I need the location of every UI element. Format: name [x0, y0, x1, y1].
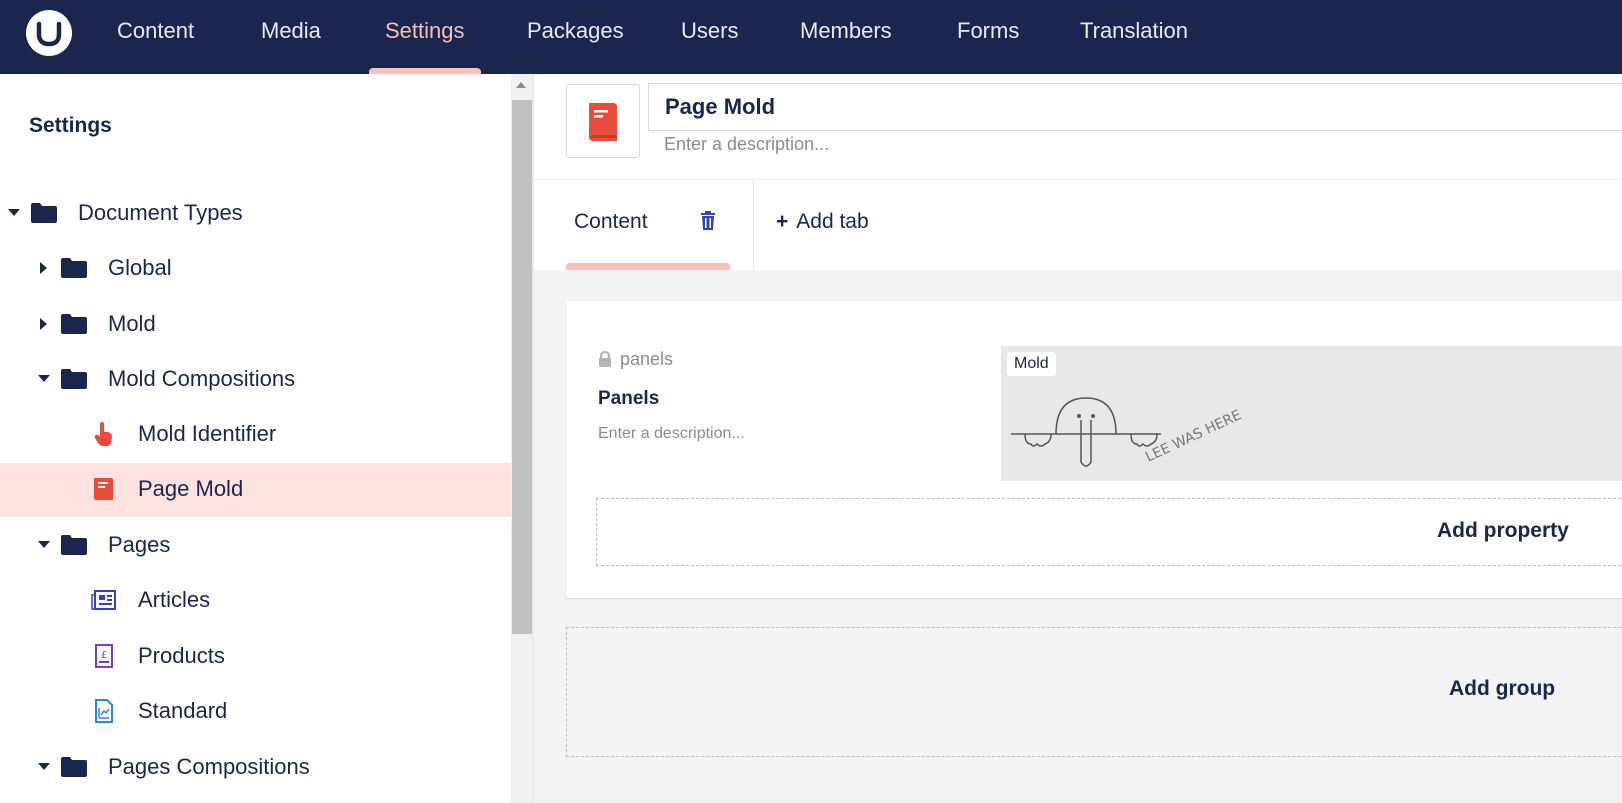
- doodle-text: LEE WAS HERE: [1143, 407, 1244, 465]
- property-group-card: panels Panels Enter a description... Mol…: [566, 301, 1622, 598]
- folder-icon: [61, 258, 87, 278]
- add-tab-label: Add tab: [796, 210, 869, 233]
- caret-down-icon[interactable]: [38, 541, 50, 548]
- sidebar-tree: Settings Document Types Global Mold Mold…: [0, 74, 511, 803]
- property-editor-preview[interactable]: Mold LEE WAS HERE: [1001, 346, 1622, 481]
- tree-item-label: Mold Compositions: [108, 366, 296, 391]
- add-property-label: Add property: [1437, 519, 1569, 542]
- kilroy-doodle-illustration: LEE WAS HERE: [1011, 397, 1244, 467]
- sidebar-scrollbar[interactable]: [511, 74, 532, 803]
- document-type-icon-picker[interactable]: [566, 84, 640, 158]
- tree-item-products[interactable]: £ Products: [0, 630, 511, 684]
- caret-down-icon[interactable]: [8, 209, 20, 216]
- add-property-button[interactable]: Add property: [596, 498, 1622, 566]
- pound-receipt-icon: £: [95, 644, 113, 668]
- caret-right-icon[interactable]: [40, 262, 47, 274]
- folder-icon: [61, 535, 87, 555]
- umbraco-logo-icon[interactable]: [26, 10, 72, 56]
- tree-item-label: Pages Compositions: [108, 754, 310, 779]
- folder-icon: [61, 369, 87, 389]
- scroll-up-arrow-icon[interactable]: [516, 82, 526, 88]
- tree-item-label: Document Types: [78, 200, 243, 225]
- property-description-input[interactable]: Enter a description...: [598, 425, 745, 443]
- tree-item-label: Standard: [138, 698, 228, 723]
- folder-icon: [31, 203, 57, 223]
- tree-item-standard[interactable]: Standard: [0, 685, 511, 739]
- add-tab-button[interactable]: + Add tab: [776, 210, 869, 234]
- property-name[interactable]: Panels: [598, 388, 659, 410]
- document-type-editor: Page Mold Enter a description... Content…: [534, 74, 1622, 803]
- nav-item-packages[interactable]: Packages: [527, 16, 624, 46]
- svg-text:£: £: [101, 650, 107, 661]
- nav-item-translation[interactable]: Translation: [1080, 16, 1188, 46]
- tree-item-page-mold[interactable]: Page Mold: [0, 463, 511, 517]
- newspaper-icon: [91, 590, 116, 610]
- tree-item-label: Pages: [108, 532, 171, 557]
- book-icon: [589, 103, 617, 141]
- folder-icon: [61, 757, 87, 777]
- nav-item-content[interactable]: Content: [117, 16, 194, 46]
- document-type-description-input[interactable]: Enter a description...: [664, 134, 829, 155]
- caret-down-icon[interactable]: [38, 375, 50, 382]
- sidebar-title: Settings: [29, 114, 112, 137]
- tree-item-pages-compositions[interactable]: Pages Compositions: [0, 741, 511, 795]
- tree-item-label: Global: [108, 255, 172, 280]
- tree-item-label: Products: [138, 643, 225, 668]
- tree-item-articles[interactable]: Articles: [0, 574, 511, 628]
- nav-item-media[interactable]: Media: [261, 16, 321, 46]
- tree-item-label: Page Mold: [138, 476, 244, 501]
- tree-item-label: Articles: [138, 587, 211, 612]
- plus-icon: +: [776, 210, 789, 233]
- nav-item-settings[interactable]: Settings: [385, 16, 465, 46]
- caret-down-icon[interactable]: [38, 763, 50, 770]
- nav-item-forms[interactable]: Forms: [957, 16, 1019, 46]
- property-alias: panels: [620, 349, 674, 369]
- tab-content[interactable]: Content: [566, 180, 730, 270]
- nav-item-members[interactable]: Members: [800, 16, 892, 46]
- tree-item-mold-compositions[interactable]: Mold Compositions: [0, 353, 511, 407]
- editor-tabs: Content + Add tab: [534, 180, 1622, 270]
- scrollbar-thumb[interactable]: [512, 100, 532, 634]
- tree-item-mold-identifier[interactable]: Mold Identifier: [0, 408, 511, 462]
- top-navigation: Content Media Settings Packages Users Me…: [0, 0, 1622, 74]
- document-chart-icon: [95, 699, 113, 723]
- add-group-label: Add group: [1449, 677, 1556, 700]
- tree-item-pages[interactable]: Pages: [0, 519, 511, 573]
- tree-item-label: Mold Identifier: [138, 421, 277, 446]
- tab-active-indicator: [566, 263, 730, 270]
- tree-item-global[interactable]: Global: [0, 242, 511, 296]
- trash-icon[interactable]: [698, 210, 718, 232]
- tree-item-label: Mold: [108, 311, 156, 336]
- add-group-button[interactable]: Add group: [566, 627, 1622, 757]
- tree-item-mold[interactable]: Mold: [0, 298, 511, 352]
- editor-header: Page Mold Enter a description...: [534, 74, 1622, 180]
- folder-icon: [61, 314, 87, 334]
- tree-item-document-types[interactable]: Document Types: [0, 187, 511, 241]
- tab-separator: [753, 180, 754, 270]
- nav-item-users[interactable]: Users: [681, 16, 738, 46]
- property-editor-tag: Mold: [1007, 352, 1056, 376]
- pointer-hand-icon: [94, 422, 112, 446]
- tab-label: Content: [574, 210, 648, 233]
- document-type-name-input[interactable]: Page Mold: [648, 83, 1622, 131]
- book-icon: [94, 478, 113, 500]
- caret-right-icon[interactable]: [40, 318, 47, 330]
